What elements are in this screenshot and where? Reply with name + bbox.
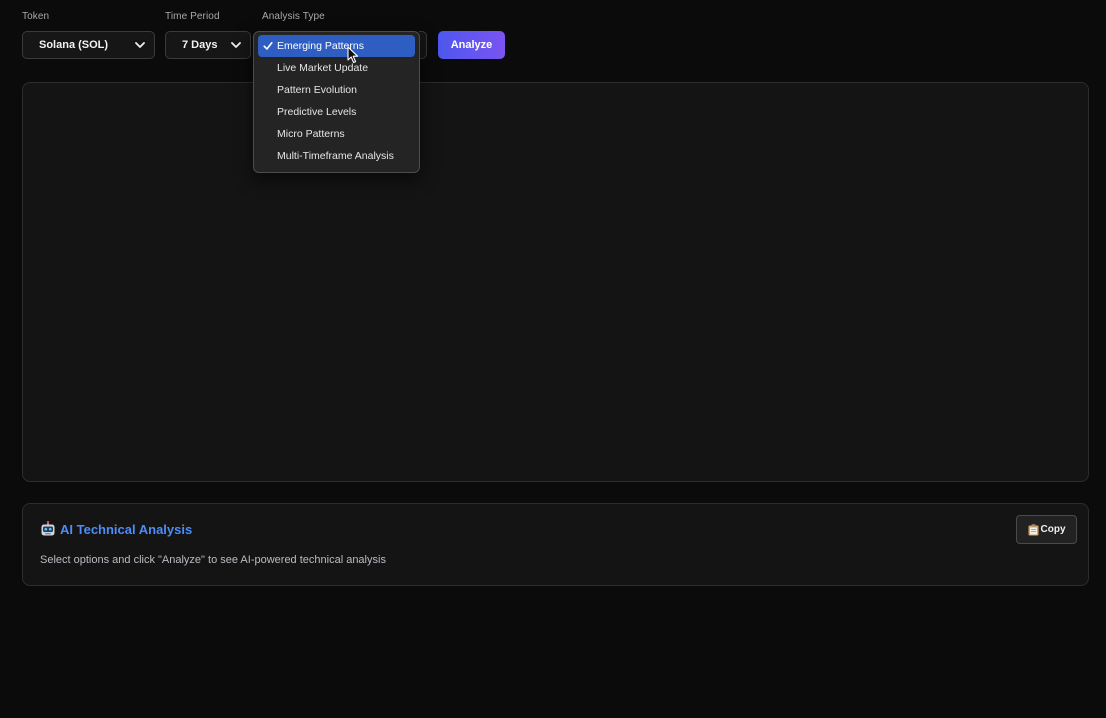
robot-icon bbox=[41, 521, 55, 536]
analysis-option-predictive-levels[interactable]: Predictive Levels bbox=[258, 101, 415, 123]
ai-analysis-panel: AI Technical Analysis Select options and… bbox=[22, 503, 1089, 586]
chart-panel bbox=[22, 82, 1089, 482]
analysis-option-label: Multi-Timeframe Analysis bbox=[277, 150, 394, 162]
chevron-down-icon bbox=[231, 42, 241, 48]
copy-button-label: Copy bbox=[1040, 524, 1066, 535]
analysis-option-multi-timeframe-analysis[interactable]: Multi-Timeframe Analysis bbox=[258, 145, 415, 167]
analysis-option-label: Predictive Levels bbox=[277, 106, 357, 118]
clipboard-icon bbox=[1028, 523, 1038, 535]
analysis-option-label: Micro Patterns bbox=[277, 128, 345, 140]
token-select[interactable]: Solana (SOL) bbox=[22, 31, 155, 59]
analysis-type-dropdown: Emerging Patterns Live Market Update Pat… bbox=[253, 31, 420, 173]
time-period-select-value: 7 Days bbox=[182, 39, 218, 51]
mouse-cursor-icon bbox=[347, 46, 359, 64]
analysis-type-label: Analysis Type bbox=[262, 11, 325, 22]
chevron-down-icon bbox=[135, 42, 145, 48]
ai-analysis-body: Select options and click "Analyze" to se… bbox=[40, 554, 386, 566]
time-period-select[interactable]: 7 Days bbox=[165, 31, 251, 59]
analysis-option-emerging-patterns[interactable]: Emerging Patterns bbox=[258, 35, 415, 57]
copy-button[interactable]: Copy bbox=[1016, 515, 1077, 544]
analysis-type-select[interactable] bbox=[419, 31, 427, 59]
analyze-button[interactable]: Analyze bbox=[438, 31, 505, 59]
checkmark-icon bbox=[263, 42, 273, 50]
token-select-value: Solana (SOL) bbox=[39, 39, 109, 51]
ai-analysis-title: AI Technical Analysis bbox=[40, 521, 192, 537]
token-label: Token bbox=[22, 11, 50, 22]
analysis-option-label: Pattern Evolution bbox=[277, 84, 357, 96]
ai-analysis-title-text: AI Technical Analysis bbox=[60, 521, 193, 537]
analysis-option-pattern-evolution[interactable]: Pattern Evolution bbox=[258, 79, 415, 101]
analysis-option-live-market-update[interactable]: Live Market Update bbox=[258, 57, 415, 79]
app-root: Token Solana (SOL) Time Period 7 Days An… bbox=[0, 0, 1106, 718]
analysis-option-micro-patterns[interactable]: Micro Patterns bbox=[258, 123, 415, 145]
time-period-label: Time Period bbox=[165, 11, 220, 22]
